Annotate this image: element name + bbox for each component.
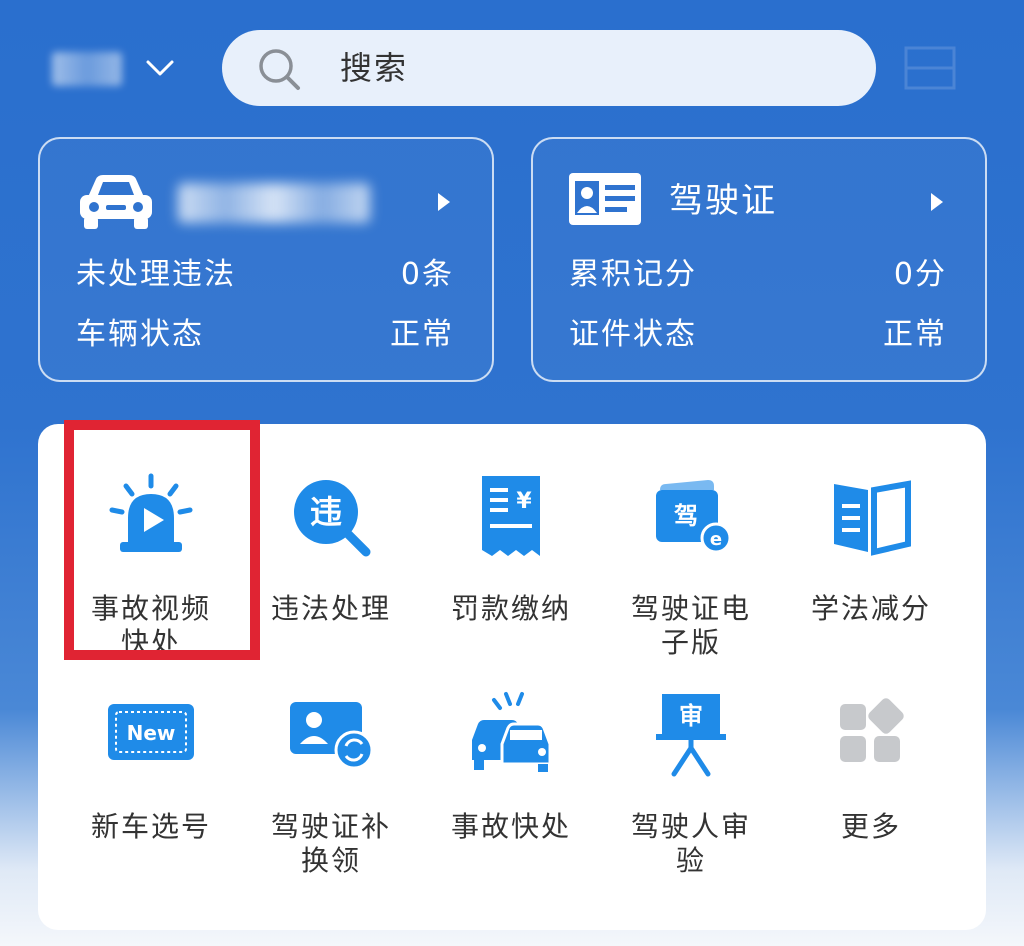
svg-text:New: New	[127, 721, 176, 745]
highlight-box	[64, 420, 260, 660]
violation-search-icon: 违	[294, 480, 371, 557]
service-label: 事故快处	[450, 810, 571, 843]
service-label: 驾驶证电子版	[630, 592, 751, 659]
license-points-row: 累积记分 0分	[569, 253, 947, 297]
service-label: 违法处理	[270, 592, 391, 625]
row-value: 0条	[400, 257, 454, 292]
car-collision-icon	[472, 692, 552, 772]
svg-text:驾: 驾	[674, 502, 698, 530]
service-driver-review[interactable]: 审 驾驶人审验	[601, 690, 781, 880]
search-placeholder: 搜索	[340, 49, 409, 87]
row-label: 车辆状态	[76, 317, 204, 352]
search-icon	[259, 49, 300, 90]
service-study-law[interactable]: 学法减分	[781, 472, 961, 662]
row-value: 正常	[883, 317, 947, 352]
service-label: 更多	[840, 810, 901, 843]
new-plate-icon: New	[108, 704, 194, 760]
search-bar[interactable]: 搜索	[222, 30, 876, 106]
row-value: 0分	[893, 257, 947, 292]
top-bar: 搜索	[0, 0, 1024, 120]
svg-text:审: 审	[679, 702, 703, 730]
row-label: 证件状态	[569, 317, 697, 352]
scan-icon[interactable]	[900, 40, 960, 96]
e-license-icon: 驾 e	[656, 480, 732, 554]
service-new-plate[interactable]: New 新车选号	[61, 690, 241, 880]
service-label: 驾驶证补换领	[270, 810, 391, 877]
service-accident-quick[interactable]: 事故快处	[421, 690, 601, 880]
service-license-replace[interactable]: 驾驶证补换领	[241, 690, 421, 880]
arrow-right-icon[interactable]	[436, 191, 452, 213]
driver-review-icon: 审	[656, 694, 726, 777]
service-label: 新车选号	[90, 810, 211, 843]
chevron-down-icon[interactable]	[142, 56, 178, 80]
row-label: 累积记分	[569, 257, 697, 292]
vehicle-card[interactable]: 未处理违法 0条 车辆状态 正常	[38, 137, 494, 382]
service-e-license[interactable]: 驾 e 驾驶证电子版	[601, 472, 781, 662]
license-replace-icon	[290, 702, 374, 770]
service-more[interactable]: 更多	[781, 690, 961, 880]
city-selector-blurred[interactable]	[52, 52, 122, 86]
car-icon	[80, 175, 152, 229]
svg-text:¥: ¥	[516, 489, 532, 514]
id-card-icon	[569, 173, 641, 225]
service-label: 驾驶人审验	[630, 810, 751, 877]
service-fine-payment[interactable]: ¥ 罚款缴纳	[421, 472, 601, 662]
service-label: 学法减分	[810, 592, 931, 625]
fine-receipt-icon: ¥	[482, 476, 540, 556]
row-label: 未处理违法	[76, 257, 236, 292]
arrow-right-icon[interactable]	[929, 191, 945, 213]
license-title: 驾驶证	[669, 181, 777, 221]
svg-text:违: 违	[310, 493, 342, 531]
service-label: 罚款缴纳	[450, 592, 571, 625]
plate-number-blurred	[178, 183, 370, 223]
svg-text:e: e	[710, 529, 722, 550]
license-status-row: 证件状态 正常	[569, 313, 947, 357]
row-value: 正常	[390, 317, 454, 352]
vehicle-status-row: 车辆状态 正常	[76, 313, 454, 357]
service-violation[interactable]: 违 违法处理	[241, 472, 421, 662]
more-grid-icon	[840, 698, 904, 762]
open-book-icon	[834, 480, 911, 556]
vehicle-violation-row: 未处理违法 0条	[76, 253, 454, 297]
license-card[interactable]: 驾驶证 累积记分 0分 证件状态 正常	[531, 137, 987, 382]
